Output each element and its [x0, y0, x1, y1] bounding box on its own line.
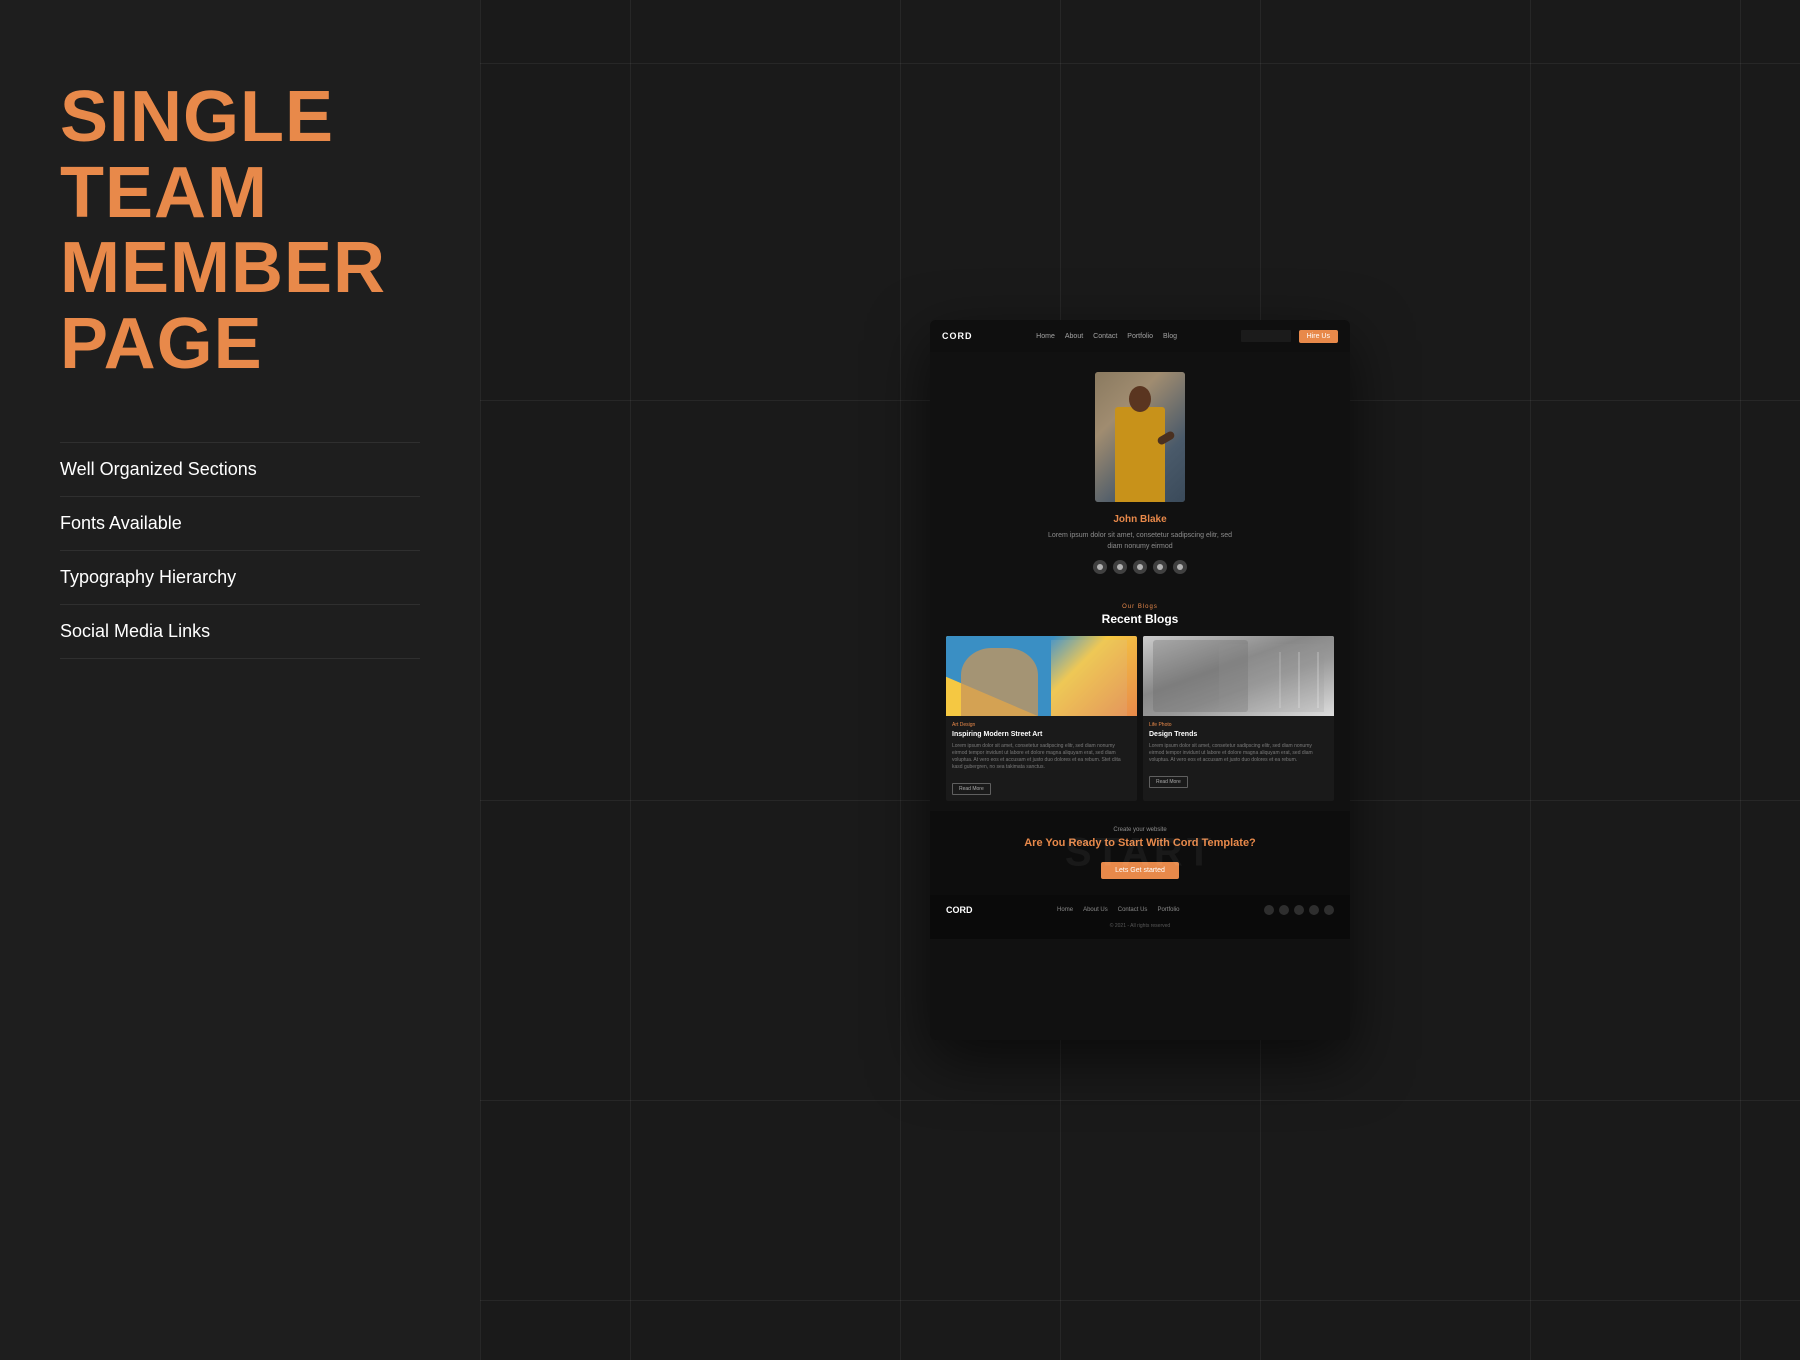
- cta-watermark: START: [1065, 831, 1215, 876]
- features-list: Well Organized Sections Fonts Available …: [60, 442, 420, 659]
- blog-image-2: [1143, 636, 1334, 716]
- mock-footer: CORD Home About Us Contact Us Portfolio …: [930, 895, 1350, 939]
- footer-social-icon-2[interactable]: [1279, 905, 1289, 915]
- browser-mockup: CORD Home About Contact Portfolio Blog H…: [930, 320, 1350, 1040]
- mock-nav: CORD Home About Contact Portfolio Blog H…: [930, 320, 1350, 352]
- preview-area: CORD Home About Contact Portfolio Blog H…: [480, 0, 1800, 1360]
- nav-links: Home About Contact Portfolio Blog: [1036, 333, 1177, 340]
- social-icon-pinterest[interactable]: [1153, 560, 1167, 574]
- blog-content-2: Life Photo Design Trends Lorem ipsum dol…: [1143, 716, 1334, 794]
- blog-excerpt-2: Lorem ipsum dolor sit amet, consetetur s…: [1149, 743, 1328, 764]
- social-icons: [1093, 560, 1187, 574]
- footer-links: Home About Us Contact Us Portfolio: [1057, 907, 1179, 913]
- footer-copyright: © 2021 - All rights reserved: [946, 923, 1334, 929]
- blog-title-1: Inspiring Modern Street Art: [952, 730, 1131, 739]
- feature-item-2: Fonts Available: [60, 497, 420, 551]
- feature-item-1: Well Organized Sections: [60, 442, 420, 497]
- social-icon-twitter[interactable]: [1113, 560, 1127, 574]
- profile-section: John Blake Lorem ipsum dolor sit amet, c…: [930, 352, 1350, 594]
- nav-link-home: Home: [1036, 333, 1055, 340]
- blog-tag-1: Art Design: [952, 722, 1131, 728]
- footer-logo: CORD: [946, 905, 973, 915]
- footer-social-icon-3[interactable]: [1294, 905, 1304, 915]
- footer-link-contact: Contact Us: [1118, 907, 1148, 913]
- nav-link-about: About: [1065, 333, 1083, 340]
- read-more-btn-2[interactable]: Read More: [1149, 776, 1188, 788]
- read-more-btn-1[interactable]: Read More: [952, 783, 991, 795]
- nav-link-blog: Blog: [1163, 333, 1177, 340]
- footer-link-home: Home: [1057, 907, 1073, 913]
- page-title: SINGLE TEAM MEMBER PAGE: [60, 80, 420, 382]
- nav-logo: CORD: [942, 331, 973, 341]
- blog-card-1: Art Design Inspiring Modern Street Art L…: [946, 636, 1137, 801]
- footer-social-icon-1[interactable]: [1264, 905, 1274, 915]
- blog-excerpt-1: Lorem ipsum dolor sit amet, consetetur s…: [952, 743, 1131, 771]
- blog-image-1: [946, 636, 1137, 716]
- social-icon-facebook[interactable]: [1093, 560, 1107, 574]
- blog-tag-2: Life Photo: [1149, 722, 1328, 728]
- feature-item-4: Social Media Links: [60, 605, 420, 659]
- feature-item-3: Typography Hierarchy: [60, 551, 420, 605]
- blog-content-1: Art Design Inspiring Modern Street Art L…: [946, 716, 1137, 801]
- footer-social-icons: [1264, 905, 1334, 915]
- nav-link-contact: Contact: [1093, 333, 1117, 340]
- profile-bio: Lorem ipsum dolor sit amet, consetetur s…: [1040, 531, 1240, 552]
- footer-link-about: About Us: [1083, 907, 1108, 913]
- profile-name: John Blake: [1113, 514, 1166, 525]
- recent-blogs-section: Our Blogs Recent Blogs Art Design: [930, 594, 1350, 811]
- footer-social-icon-5[interactable]: [1324, 905, 1334, 915]
- left-panel: SINGLE TEAM MEMBER PAGE Well Organized S…: [0, 0, 480, 1360]
- profile-photo: [1095, 372, 1185, 502]
- cta-section: START Create your website Are You Ready …: [930, 811, 1350, 895]
- social-icon-instagram[interactable]: [1133, 560, 1147, 574]
- blogs-section-label: Our Blogs: [946, 604, 1334, 610]
- footer-link-portfolio: Portfolio: [1157, 907, 1179, 913]
- blog-card-2: Life Photo Design Trends Lorem ipsum dol…: [1143, 636, 1334, 801]
- blog-title-2: Design Trends: [1149, 730, 1328, 739]
- nav-cta-button[interactable]: Hire Us: [1299, 330, 1338, 343]
- blog-grid: Art Design Inspiring Modern Street Art L…: [946, 636, 1334, 801]
- blogs-section-title: Recent Blogs: [946, 612, 1334, 626]
- footer-top: CORD Home About Us Contact Us Portfolio: [946, 905, 1334, 915]
- social-icon-youtube[interactable]: [1173, 560, 1187, 574]
- nav-link-portfolio: Portfolio: [1127, 333, 1153, 340]
- footer-social-icon-4[interactable]: [1309, 905, 1319, 915]
